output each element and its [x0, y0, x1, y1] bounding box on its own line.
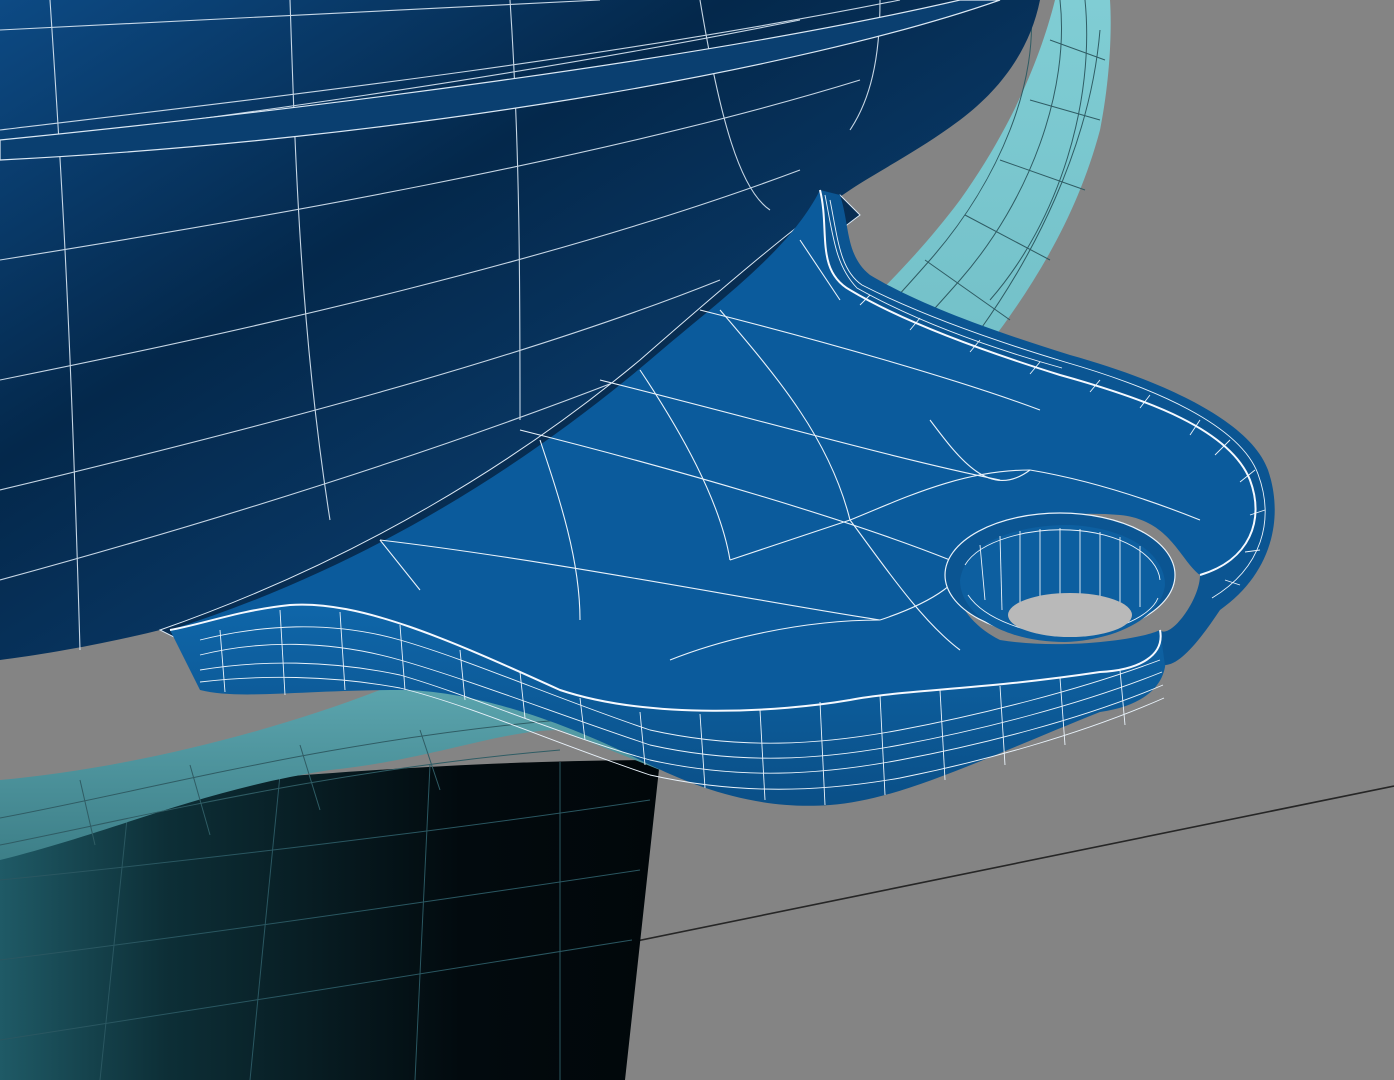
wireframe-scene[interactable] [0, 0, 1394, 1080]
3d-viewport[interactable] [0, 0, 1394, 1080]
hole-opening [1008, 593, 1132, 637]
grid-line [621, 785, 1394, 945]
